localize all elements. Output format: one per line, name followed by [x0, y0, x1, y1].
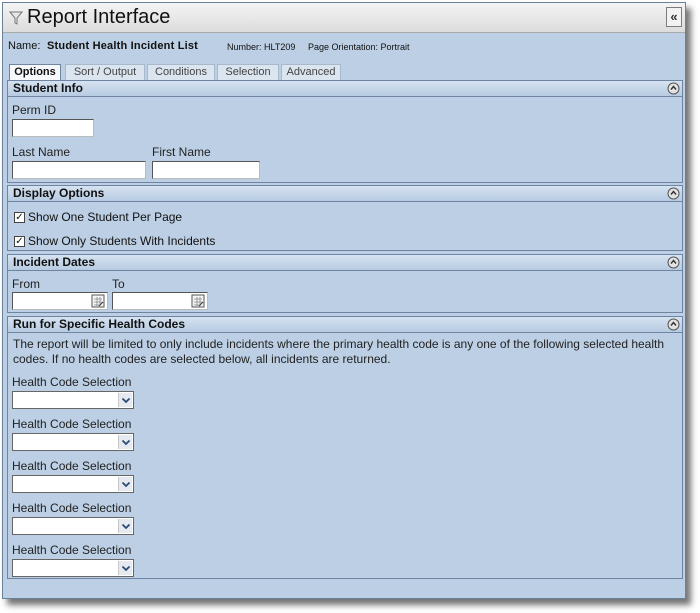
tab-sort-output[interactable]: Sort / Output	[65, 64, 145, 80]
title-bar: Report Interface «	[3, 3, 685, 33]
one-student-per-page-checkbox[interactable]: ✓	[14, 212, 25, 223]
student-info-section: Student Info Perm ID Last Name First Nam…	[7, 80, 683, 183]
window-title: Report Interface	[27, 6, 171, 28]
health-codes-description: The report will be limited to only inclu…	[13, 337, 665, 366]
report-number: Number: HLT209	[227, 42, 296, 52]
chevron-down-icon	[121, 481, 131, 488]
tab-options[interactable]: Options	[9, 64, 61, 80]
chevron-down-icon	[121, 523, 131, 530]
filter-funnel-icon	[9, 11, 23, 25]
report-name: Student Health Incident List	[47, 40, 199, 52]
collapse-panel-button[interactable]: «	[666, 7, 682, 27]
report-interface-window: Report Interface « Name: Student Health …	[2, 2, 686, 599]
perm-id-label: Perm ID	[12, 103, 57, 117]
incident-dates-title: Incident Dates	[13, 255, 96, 269]
tab-conditions[interactable]: Conditions	[147, 64, 215, 80]
student-info-header: Student Info	[8, 81, 682, 97]
to-date-label: To	[112, 277, 125, 291]
health-codes-header: Run for Specific Health Codes	[8, 317, 682, 333]
calendar-icon[interactable]	[191, 294, 205, 308]
collapse-section-icon[interactable]	[667, 187, 680, 200]
first-name-label: First Name	[152, 145, 211, 159]
display-options-section: Display Options ✓ Show One Student Per P…	[7, 185, 683, 251]
only-students-with-incidents-checkbox[interactable]: ✓	[14, 236, 25, 247]
health-codes-section: Run for Specific Health Codes The report…	[7, 316, 683, 579]
only-students-with-incidents-label: Show Only Students With Incidents	[28, 234, 216, 248]
from-date-label: From	[12, 277, 40, 291]
incident-dates-section: Incident Dates From To	[7, 254, 683, 313]
collapse-section-icon[interactable]	[667, 318, 680, 331]
tab-bar: Options Sort / Output Conditions Selecti…	[3, 64, 685, 80]
health-code-select[interactable]	[12, 517, 134, 535]
health-code-select[interactable]	[12, 559, 134, 577]
tab-advanced[interactable]: Advanced	[281, 64, 341, 80]
report-info-row: Name: Student Health Incident List Numbe…	[3, 33, 685, 58]
chevron-down-icon	[121, 565, 131, 572]
first-name-input[interactable]	[152, 161, 260, 179]
chevron-down-icon	[121, 439, 131, 446]
health-code-selection-label: Health Code Selection	[12, 543, 132, 557]
health-code-selection-label: Health Code Selection	[12, 501, 132, 515]
calendar-icon[interactable]	[91, 294, 105, 308]
health-code-selection-label: Health Code Selection	[12, 375, 132, 389]
one-student-per-page-label: Show One Student Per Page	[28, 210, 183, 224]
chevron-down-icon	[121, 397, 131, 404]
collapse-section-icon[interactable]	[667, 82, 680, 95]
health-code-select[interactable]	[12, 433, 134, 451]
student-info-title: Student Info	[13, 81, 83, 95]
health-codes-title: Run for Specific Health Codes	[13, 317, 186, 331]
health-code-selection-label: Health Code Selection	[12, 459, 132, 473]
collapse-section-icon[interactable]	[667, 256, 680, 269]
page-orientation: Page Orientation: Portrait	[308, 42, 410, 52]
incident-dates-header: Incident Dates	[8, 255, 682, 271]
report-name-label: Name:	[8, 40, 41, 52]
last-name-input[interactable]	[12, 161, 146, 179]
health-code-select[interactable]	[12, 475, 134, 493]
health-code-select[interactable]	[12, 391, 134, 409]
tab-selection[interactable]: Selection	[217, 64, 279, 80]
display-options-title: Display Options	[13, 186, 105, 200]
perm-id-input[interactable]	[12, 119, 94, 137]
last-name-label: Last Name	[12, 145, 71, 159]
health-code-selection-label: Health Code Selection	[12, 417, 132, 431]
display-options-header: Display Options	[8, 186, 682, 202]
